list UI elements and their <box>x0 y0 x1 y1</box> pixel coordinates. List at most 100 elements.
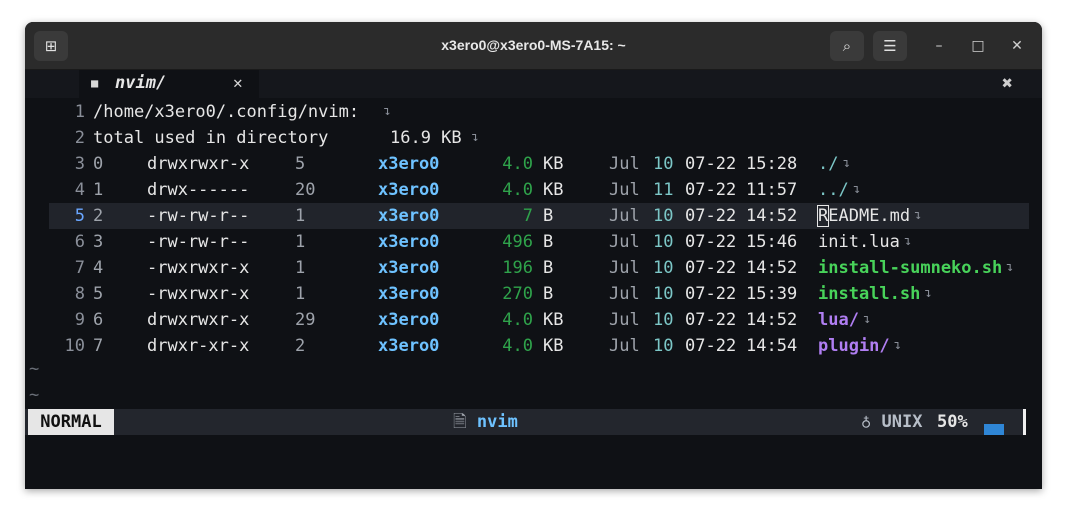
entry-index: 7 <box>93 336 104 356</box>
titlebar: ⊞ x3ero0@x3ero0-MS-7A15: ~ ⌕ ☰ – □ ✕ <box>25 22 1042 70</box>
directory-entry[interactable]: 8 5 -rwxrwxr-x 1 x3ero0 270 B Jul 10 07-22 15:39 in… <box>25 281 1029 307</box>
entry-month: Jul <box>609 232 640 252</box>
entry-size: 196 <box>502 258 533 278</box>
entry-time: 14:52 <box>746 258 798 278</box>
tab-label: nvim/ <box>115 73 167 93</box>
entry-date: 07-22 <box>685 232 737 252</box>
directory-entry[interactable]: 9 6 drwxrwxr-x 29 x3ero0 4.0 KB Jul 10 07-22 14:52… <box>25 307 1029 333</box>
entry-name: init.lua <box>818 232 900 252</box>
entry-index: 3 <box>93 232 104 252</box>
entry-month: Jul <box>609 284 640 304</box>
file-icon: 🗎 <box>453 412 467 432</box>
linebreak-icon: ↴ <box>852 182 861 197</box>
entry-size: 270 <box>502 284 533 304</box>
entry-month: Jul <box>609 258 640 278</box>
directory-entry[interactable]: 5 2 -rw-rw-r-- 1 x3ero0 7 B Jul 10 07-22 14:52 READ… <box>49 203 1029 229</box>
entry-size-unit: KB <box>543 310 564 330</box>
tab-nvim[interactable]: ■ nvim/ ✕ <box>79 70 259 98</box>
entry-size-unit: KB <box>543 154 564 174</box>
entry-owner: x3ero0 <box>378 258 440 278</box>
directory-entry[interactable]: 4 1 drwx------ 20 x3ero0 4.0 KB Jul 11 07-22 11:57… <box>25 177 1029 203</box>
entry-permissions: -rwxrwxr-x <box>147 258 250 278</box>
entry-owner: x3ero0 <box>378 232 440 252</box>
statusline-filename: 🗎 nvim <box>453 409 518 435</box>
entry-permissions: -rw-rw-r-- <box>147 206 250 226</box>
line-number: 5 <box>74 206 85 226</box>
entry-date: 07-22 <box>685 336 737 356</box>
statusline-filename-text: nvim <box>476 412 518 432</box>
buffer-line-1: 1 /home/x3ero0/.config/nvim: ↴ <box>25 99 1029 125</box>
tab-close-icon[interactable]: ✕ <box>233 73 243 92</box>
entry-size: 496 <box>502 232 533 252</box>
entry-name: README.md <box>816 205 911 227</box>
entry-day: 10 <box>653 258 674 278</box>
entry-owner: x3ero0 <box>378 180 440 200</box>
entry-size: 4.0 <box>502 310 533 330</box>
entry-permissions: drwxr-xr-x <box>147 336 250 356</box>
scroll-progress-bar <box>984 424 1004 435</box>
terminal-content[interactable]: ■ nvim/ ✕ ✖ 1 /home/x3ero0/.config/nvim:… <box>25 70 1042 489</box>
line-number: 6 <box>74 232 85 252</box>
entry-links: 1 <box>295 284 306 304</box>
directory-entry[interactable]: 3 0 drwxrwxr-x 5 x3ero0 4.0 KB Jul 10 07-22 15:28.… <box>25 151 1029 177</box>
line-number: 7 <box>74 258 85 278</box>
entry-index: 1 <box>93 180 104 200</box>
entry-owner: x3ero0 <box>378 310 440 330</box>
entry-index: 0 <box>93 154 104 174</box>
entry-day: 10 <box>653 284 674 304</box>
penguin-icon: ♁ <box>861 412 872 432</box>
line-number: 3 <box>74 154 85 174</box>
nvim-tabline: ■ nvim/ ✕ ✖ <box>25 70 1042 98</box>
entry-time: 15:46 <box>746 232 798 252</box>
entry-size-unit: B <box>543 284 554 304</box>
entry-date: 07-22 <box>685 284 737 304</box>
directory-entry[interactable]: 7 4 -rwxrwxr-x 1 x3ero0 196 B Jul 10 07-22 14:52 in… <box>25 255 1029 281</box>
cursor-block <box>1023 409 1026 435</box>
entry-day: 11 <box>653 180 674 200</box>
maximize-button[interactable]: □ <box>966 34 990 58</box>
maximize-icon: □ <box>971 38 985 54</box>
entry-name: install-sumneko.sh <box>818 258 1003 278</box>
entry-size: 7 <box>522 206 533 226</box>
entry-links: 29 <box>295 310 316 330</box>
entry-permissions: -rwxrwxr-x <box>147 284 250 304</box>
entry-time: 11:57 <box>746 180 798 200</box>
entry-month: Jul <box>609 336 640 356</box>
total-label: total used in directory <box>93 128 329 148</box>
search-button[interactable]: ⌕ <box>830 31 864 61</box>
entry-month: Jul <box>609 206 640 226</box>
entry-size-unit: B <box>543 206 554 226</box>
linebreak-icon: ↴ <box>924 286 932 301</box>
entry-name: ./ <box>818 154 839 174</box>
line-number: 8 <box>74 284 85 304</box>
directory-entry[interactable]: 6 3 -rw-rw-r-- 1 x3ero0 496 B Jul 10 07-22 15:46 in… <box>25 229 1029 255</box>
line-number: 2 <box>74 128 85 148</box>
scroll-percent: 50% <box>937 412 968 432</box>
minimize-button[interactable]: – <box>927 34 951 58</box>
entry-index: 4 <box>93 258 104 278</box>
entry-day: 10 <box>653 206 674 226</box>
fileformat-text: UNIX <box>881 412 923 432</box>
linebreak-icon: ↴ <box>893 338 902 353</box>
linebreak-icon: ↴ <box>842 156 851 171</box>
folder-icon: ■ <box>91 76 99 90</box>
entry-index: 5 <box>93 284 104 304</box>
total-size: 16.9 KB <box>390 128 462 148</box>
entry-day: 10 <box>653 232 674 252</box>
entry-links: 1 <box>295 206 306 226</box>
line-number: 1 <box>74 102 85 122</box>
header-path: /home/x3ero0/.config/nvim: <box>93 102 360 122</box>
linebreak-icon: ↴ <box>471 130 479 145</box>
statusline: NORMAL 🗎 nvim ♁ UNIX 50% <box>25 409 1025 435</box>
directory-entry[interactable]: 10 7 drwxr-xr-x 2 x3ero0 4.0 KB Jul 10 07-22 14:54… <box>25 333 1029 359</box>
close-all-icon[interactable]: ✖ <box>1002 73 1013 94</box>
entry-links: 1 <box>295 232 306 252</box>
entry-permissions: drwxrwxr-x <box>147 154 250 174</box>
linebreak-icon: ↴ <box>862 312 871 327</box>
linebreak-icon: ↴ <box>913 208 922 223</box>
entry-index: 6 <box>93 310 104 330</box>
entry-index: 2 <box>93 206 104 226</box>
entry-permissions: -rw-rw-r-- <box>147 232 250 252</box>
menu-button[interactable]: ☰ <box>873 31 907 61</box>
close-button[interactable]: ✕ <box>1005 34 1029 58</box>
